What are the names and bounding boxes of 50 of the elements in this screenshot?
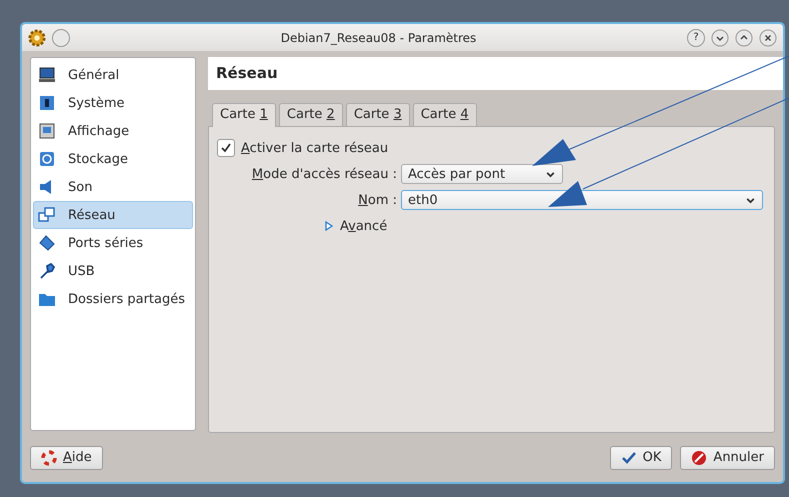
monitor-icon <box>38 66 56 84</box>
display-icon <box>38 122 56 140</box>
sidebar-item[interactable]: Ports séries <box>33 229 193 258</box>
gear-icon[interactable] <box>28 28 46 47</box>
sidebar-item[interactable]: Système <box>33 89 193 118</box>
window-title: Debian7_Reseau08 - Paramètres <box>280 30 478 45</box>
triangle-icon <box>324 221 334 232</box>
tab[interactable]: Carte 3 <box>346 103 410 126</box>
sidebar-label: Général <box>68 68 120 83</box>
sidebar-label: Son <box>68 180 92 195</box>
cancel-icon <box>691 450 708 466</box>
cancel-button[interactable]: Annuler <box>680 446 775 470</box>
port-icon <box>38 234 56 252</box>
help-button[interactable]: Aide <box>30 446 103 470</box>
sidebar-item[interactable]: Affichage <box>33 117 193 146</box>
usb-icon <box>38 262 56 280</box>
checkbox-label: Activer la carte réseau <box>241 140 388 156</box>
close-button[interactable] <box>759 28 777 47</box>
sidebar-label: Réseau <box>68 208 116 223</box>
advanced-toggle[interactable]: Avancé <box>217 213 766 240</box>
sidebar-label: Système <box>68 96 124 111</box>
sidebar-item[interactable]: Général <box>33 61 193 90</box>
field-label: Mode d'accès réseau : <box>250 166 397 182</box>
checkmark-icon <box>620 450 637 466</box>
tab[interactable]: Carte 1 <box>212 103 276 128</box>
checkmark-icon <box>220 142 232 154</box>
chip-icon <box>38 94 56 112</box>
sidebar-label: Stockage <box>68 152 128 167</box>
sidebar-item[interactable]: Dossiers partagés <box>33 285 193 314</box>
lifebuoy-icon <box>41 450 57 466</box>
mode-dropdown[interactable]: Accès par pont <box>401 164 563 184</box>
sidebar-label: Affichage <box>68 124 130 139</box>
name-dropdown[interactable]: eth0 <box>401 190 763 210</box>
sidebar-item[interactable]: Son <box>33 173 193 202</box>
sidebar-label: Dossiers partagés <box>68 292 186 307</box>
sidebar-item[interactable]: Stockage <box>33 145 193 174</box>
field-label: Nom : <box>357 192 397 208</box>
minimize-button[interactable] <box>711 28 729 47</box>
maximize-button[interactable] <box>735 28 753 47</box>
tab[interactable]: Carte 4 <box>412 103 477 126</box>
checkbox[interactable] <box>217 139 235 158</box>
sidebar-item[interactable]: Réseau <box>33 201 193 230</box>
tab[interactable]: Carte 2 <box>278 103 343 126</box>
sidebar-label: USB <box>68 264 95 279</box>
ok-button[interactable]: OK <box>610 446 672 470</box>
sidebar-item[interactable]: USB <box>33 257 193 286</box>
help-button[interactable]: ? <box>687 28 705 47</box>
page-title: Réseau <box>208 57 783 90</box>
network-icon <box>38 206 56 224</box>
sidebar-label: Ports séries <box>68 236 144 251</box>
